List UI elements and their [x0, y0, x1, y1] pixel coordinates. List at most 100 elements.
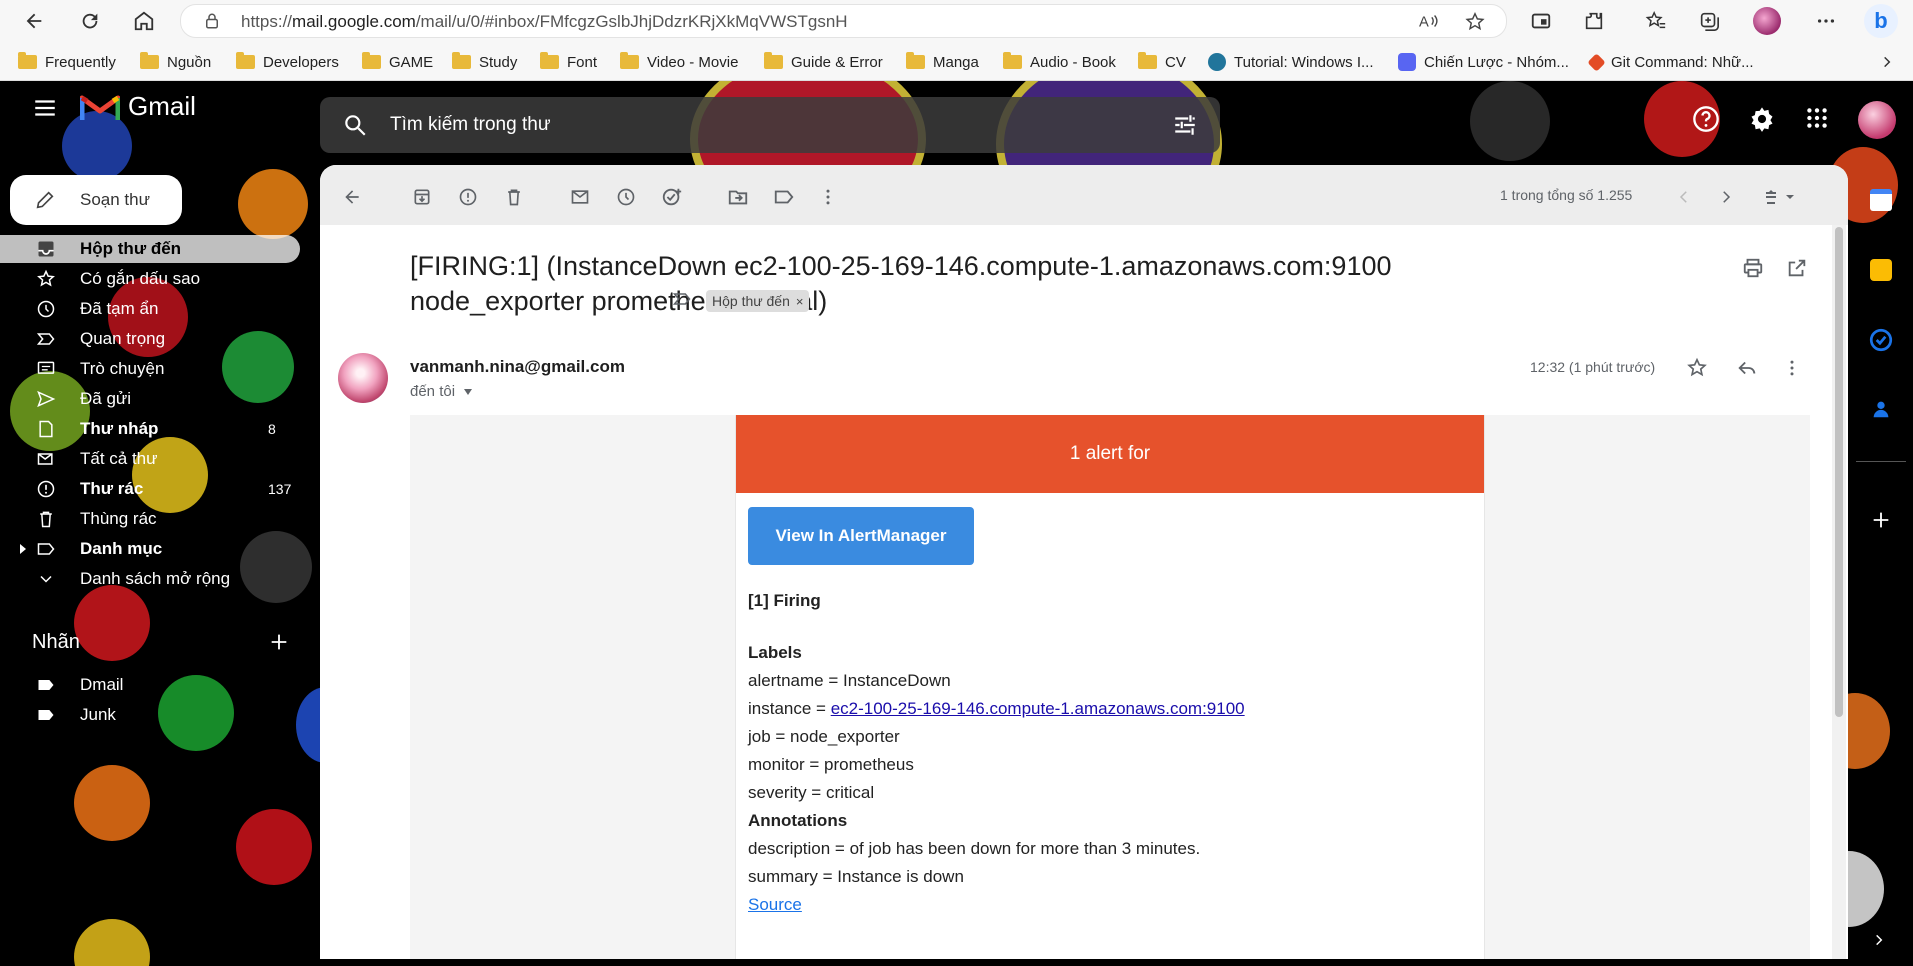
recipient-line[interactable]: đến tôi: [410, 383, 473, 400]
help-icon[interactable]: [1692, 105, 1720, 133]
keep-icon[interactable]: [1870, 259, 1892, 281]
bookmark-folder[interactable]: Audio - Book: [1003, 51, 1116, 73]
sidebar-item-all-mail[interactable]: Tất cả thư: [0, 445, 300, 473]
input-tools-icon[interactable]: [1760, 185, 1800, 209]
bookmark-folder[interactable]: Study: [452, 51, 517, 73]
inbox-tag: Hộp thư đến ×: [706, 290, 810, 312]
chevron-down-icon: [36, 569, 56, 589]
sidebar-item-important[interactable]: Quan trọng: [0, 325, 300, 353]
search-bar[interactable]: Tìm kiếm trong thư: [320, 97, 1220, 153]
back-icon[interactable]: [18, 6, 50, 36]
bookmark-folder[interactable]: Video - Movie: [620, 51, 738, 73]
collections-icon[interactable]: [1693, 6, 1725, 36]
older-icon[interactable]: [1714, 185, 1738, 209]
archive-icon[interactable]: [410, 185, 434, 209]
message-toolbar: 1 trong tổng số 1.255: [320, 165, 1848, 225]
move-to-icon[interactable]: [726, 185, 750, 209]
search-options-icon[interactable]: [1172, 112, 1198, 138]
label-item-dmail[interactable]: Dmail: [0, 671, 300, 699]
add-task-icon[interactable]: [660, 185, 684, 209]
settings-gear-icon[interactable]: [1748, 105, 1776, 133]
profile-avatar[interactable]: [1751, 6, 1783, 36]
sidebar-item-drafts[interactable]: Thư nháp 8: [0, 415, 300, 443]
split-screen-icon[interactable]: [1525, 6, 1557, 36]
source-link[interactable]: Source: [748, 895, 802, 914]
bing-icon[interactable]: b: [1862, 2, 1900, 40]
snooze-icon[interactable]: [614, 185, 638, 209]
sender-address[interactable]: vanmanh.nina@gmail.com: [410, 357, 625, 377]
mark-unread-icon[interactable]: [568, 185, 592, 209]
lock-icon[interactable]: [203, 12, 221, 30]
browser-toolbar: https://mail.google.com/mail/u/0/#inbox/…: [0, 0, 1913, 42]
scrollbar-thumb[interactable]: [1835, 227, 1843, 717]
instance-link[interactable]: ec2-100-25-169-146.compute-1.amazonaws.c…: [831, 699, 1245, 718]
sidebar-item-count: 137: [268, 481, 292, 497]
bookmark-folder[interactable]: Manga: [906, 51, 979, 73]
discord-icon: [1398, 53, 1416, 71]
delete-icon[interactable]: [502, 185, 526, 209]
add-label-icon[interactable]: [268, 631, 290, 653]
remove-tag-icon[interactable]: ×: [796, 294, 804, 309]
email-time: 12:32 (1 phút trước): [1530, 359, 1656, 375]
bookmark-folder[interactable]: Font: [540, 51, 597, 73]
compose-button[interactable]: Soạn thư: [10, 175, 182, 225]
bookmark-folder[interactable]: Frequently: [18, 51, 116, 73]
home-icon[interactable]: [128, 6, 160, 36]
view-in-alertmanager-button[interactable]: View In AlertManager: [748, 507, 974, 565]
sidebar-item-trash[interactable]: Thùng rác: [0, 505, 300, 533]
labels-icon[interactable]: [772, 185, 796, 209]
sidebar-item-starred[interactable]: Có gắn dấu sao: [0, 265, 300, 293]
sender-avatar[interactable]: [338, 353, 388, 403]
draft-icon: [36, 419, 56, 439]
sidebar-item-more[interactable]: Danh sách mở rộng: [0, 565, 300, 593]
add-addon-icon[interactable]: [1870, 509, 1892, 531]
favorite-star-icon[interactable]: [1464, 11, 1486, 33]
sidebar-item-chat[interactable]: Trò chuyện: [0, 355, 300, 383]
bookmark-link[interactable]: Chiến Lược - Nhóm...: [1398, 51, 1569, 73]
search-input[interactable]: Tìm kiếm trong thư: [390, 114, 551, 136]
bookmark-folder[interactable]: GAME: [362, 51, 433, 73]
refresh-icon[interactable]: [74, 6, 106, 36]
open-new-window-icon[interactable]: [1786, 257, 1808, 279]
apps-grid-icon[interactable]: [1804, 105, 1830, 131]
extensions-icon[interactable]: [1578, 6, 1610, 36]
address-bar[interactable]: https://mail.google.com/mail/u/0/#inbox/…: [180, 4, 1507, 38]
star-message-icon[interactable]: [1686, 357, 1708, 379]
search-icon[interactable]: [342, 112, 368, 138]
reply-icon[interactable]: [1736, 357, 1758, 379]
contacts-icon[interactable]: [1870, 397, 1892, 421]
trash-icon: [36, 509, 56, 529]
calendar-icon[interactable]: [1870, 189, 1892, 211]
newer-icon[interactable]: [1672, 185, 1696, 209]
bookmark-link[interactable]: Git Command: Nhữ...: [1587, 51, 1754, 73]
bookmark-folder[interactable]: Developers: [236, 51, 339, 73]
more-options-icon[interactable]: [1810, 6, 1842, 36]
label-item-junk[interactable]: Junk: [0, 701, 300, 729]
sidebar-item-snoozed[interactable]: Đã tạm ẩn: [0, 295, 300, 323]
sidebar-item-sent[interactable]: Đã gửi: [0, 385, 300, 413]
favorites-icon[interactable]: [1640, 6, 1672, 36]
sidebar-item-categories[interactable]: Danh mục: [0, 535, 300, 563]
sidebar-item-spam[interactable]: Thư rác 137: [0, 475, 300, 503]
bookmarks-overflow-icon[interactable]: [1880, 51, 1894, 73]
main-menu-icon[interactable]: [32, 95, 58, 121]
scrollbar-track[interactable]: [1832, 225, 1846, 959]
print-icon[interactable]: [1742, 257, 1764, 279]
expand-arrow-icon[interactable]: [18, 543, 28, 555]
bookmark-link[interactable]: Tutorial: Windows I...: [1208, 51, 1373, 73]
important-marker-icon[interactable]: [672, 289, 692, 309]
bookmark-folder[interactable]: Guide & Error: [764, 51, 883, 73]
labels-title: Labels: [748, 643, 802, 662]
sidebar-item-label: Trò chuyện: [80, 359, 165, 378]
tasks-icon[interactable]: [1868, 327, 1894, 353]
back-to-inbox-icon[interactable]: [340, 185, 364, 209]
sidebar-item-inbox[interactable]: Hộp thư đến: [0, 235, 300, 263]
read-aloud-icon[interactable]: A: [1419, 11, 1441, 31]
report-spam-icon[interactable]: [456, 185, 480, 209]
bookmark-folder[interactable]: Nguồn: [140, 51, 211, 73]
expand-panel-icon[interactable]: [1872, 933, 1886, 947]
more-actions-icon[interactable]: [816, 185, 840, 209]
bookmark-folder[interactable]: CV: [1138, 51, 1186, 73]
gmail-logo[interactable]: Gmail: [80, 91, 196, 122]
message-more-icon[interactable]: [1782, 357, 1802, 379]
